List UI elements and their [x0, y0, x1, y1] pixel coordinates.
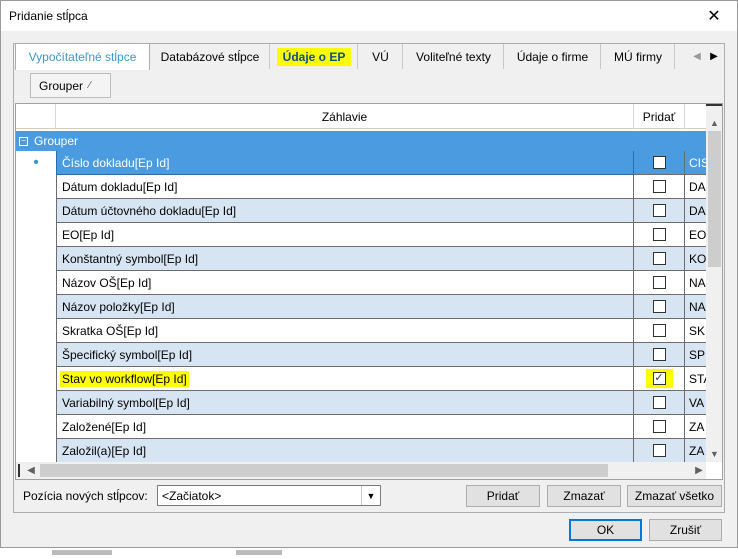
- header-indicator-cell: [16, 104, 56, 129]
- tab-scroll-left-icon[interactable]: ◀: [690, 48, 704, 64]
- horizontal-scroll-thumb[interactable]: [40, 464, 608, 477]
- collapse-icon[interactable]: −: [19, 136, 28, 146]
- add-checkbox[interactable]: [652, 300, 666, 313]
- cancel-button[interactable]: Zrušiť: [649, 519, 722, 541]
- add-checkbox[interactable]: [652, 420, 666, 433]
- add-checkbox[interactable]: [652, 156, 666, 169]
- column-grid: Záhlavie Pridať − Grouper • Číslo doklad…: [15, 103, 723, 480]
- tab-company-data[interactable]: Údaje o firme: [505, 44, 601, 69]
- add-checkbox[interactable]: [652, 276, 666, 289]
- table-row[interactable]: Stav vo workflow[Ep Id] ✓ STA: [16, 367, 706, 391]
- add-checkbox[interactable]: [652, 204, 666, 217]
- current-row-icon: •: [16, 151, 56, 175]
- table-row[interactable]: Založil(a)[Ep Id] ZA: [16, 439, 706, 463]
- table-row[interactable]: EO[Ep Id] EO: [16, 223, 706, 247]
- add-checkbox[interactable]: [652, 348, 666, 361]
- add-checkbox-checked[interactable]: ✓: [652, 372, 666, 385]
- table-row[interactable]: Dátum dokladu[Ep Id] DA: [16, 175, 706, 199]
- table-row[interactable]: Založené[Ep Id] ZA: [16, 415, 706, 439]
- tab-company-mu[interactable]: MÚ firmy: [602, 44, 675, 69]
- tab-database-columns[interactable]: Databázové stĺpce: [151, 44, 270, 69]
- sort-indicator-icon: ⁄: [89, 80, 91, 91]
- table-row[interactable]: Špecifický symbol[Ep Id] SP: [16, 343, 706, 367]
- table-row[interactable]: • Číslo dokladu[Ep Id] CIS: [16, 151, 706, 175]
- scroll-up-icon[interactable]: ▲: [706, 114, 722, 131]
- add-checkbox[interactable]: [652, 324, 666, 337]
- header-column-header[interactable]: Záhlavie: [56, 104, 634, 129]
- position-label: Pozícia nových stĺpcov:: [23, 489, 148, 503]
- vertical-scroll-thumb[interactable]: [708, 131, 721, 267]
- close-icon[interactable]: ✕: [691, 1, 737, 31]
- add-checkbox[interactable]: [652, 180, 666, 193]
- add-checkbox[interactable]: [652, 228, 666, 241]
- background-strip: [0, 548, 738, 559]
- add-checkbox[interactable]: [652, 444, 666, 457]
- position-select[interactable]: <Začiatok> ▼: [157, 485, 381, 506]
- tab-vu[interactable]: VÚ: [359, 44, 403, 69]
- grouper-chip[interactable]: Grouper ⁄: [30, 73, 111, 98]
- grid-header: Záhlavie Pridať: [16, 104, 706, 129]
- window-title: Pridanie stĺpca: [9, 9, 88, 23]
- background-fragment: [52, 550, 112, 555]
- background-fragment: [236, 550, 282, 555]
- ok-button[interactable]: OK: [569, 519, 642, 541]
- delete-all-button[interactable]: Zmazať všetko: [627, 485, 722, 507]
- table-row[interactable]: Dátum účtovného dokladu[Ep Id] DA: [16, 199, 706, 223]
- delete-button[interactable]: Zmazať: [547, 485, 621, 507]
- add-button[interactable]: Pridať: [466, 485, 540, 507]
- table-row[interactable]: Konštantný symbol[Ep Id] KO: [16, 247, 706, 271]
- header-column-add[interactable]: Pridať: [634, 104, 685, 129]
- chevron-down-icon[interactable]: ▼: [361, 486, 380, 505]
- tab-ep-data[interactable]: Údaje o EP: [271, 44, 358, 69]
- tab-optional-texts[interactable]: Voliteľné texty: [404, 44, 504, 69]
- add-checkbox[interactable]: [652, 252, 666, 265]
- scroll-down-icon[interactable]: ▼: [706, 445, 722, 462]
- table-row[interactable]: Názov OŠ[Ep Id] NA: [16, 271, 706, 295]
- table-row[interactable]: Skratka OŠ[Ep Id] SKR: [16, 319, 706, 343]
- add-checkbox[interactable]: [652, 396, 666, 409]
- group-row-grouper[interactable]: − Grouper: [16, 131, 706, 151]
- tab-scroll-right-icon[interactable]: ▶: [707, 48, 721, 64]
- scroll-left-icon[interactable]: ◀: [24, 462, 38, 479]
- vertical-scrollbar[interactable]: ▲ ▼: [706, 104, 722, 462]
- tab-strip: Vypočítateľné stĺpce Databázové stĺpce Ú…: [13, 43, 725, 70]
- table-row[interactable]: Variabilný symbol[Ep Id] VA: [16, 391, 706, 415]
- header-column-extra: [685, 104, 706, 129]
- table-row[interactable]: Názov položky[Ep Id] NA: [16, 295, 706, 319]
- scroll-right-icon[interactable]: ▶: [692, 462, 706, 479]
- title-bar: Pridanie stĺpca ✕: [1, 1, 737, 31]
- tab-computed-columns[interactable]: Vypočítateľné stĺpce: [15, 43, 150, 70]
- horizontal-scrollbar[interactable]: ◀ ▶: [16, 462, 706, 479]
